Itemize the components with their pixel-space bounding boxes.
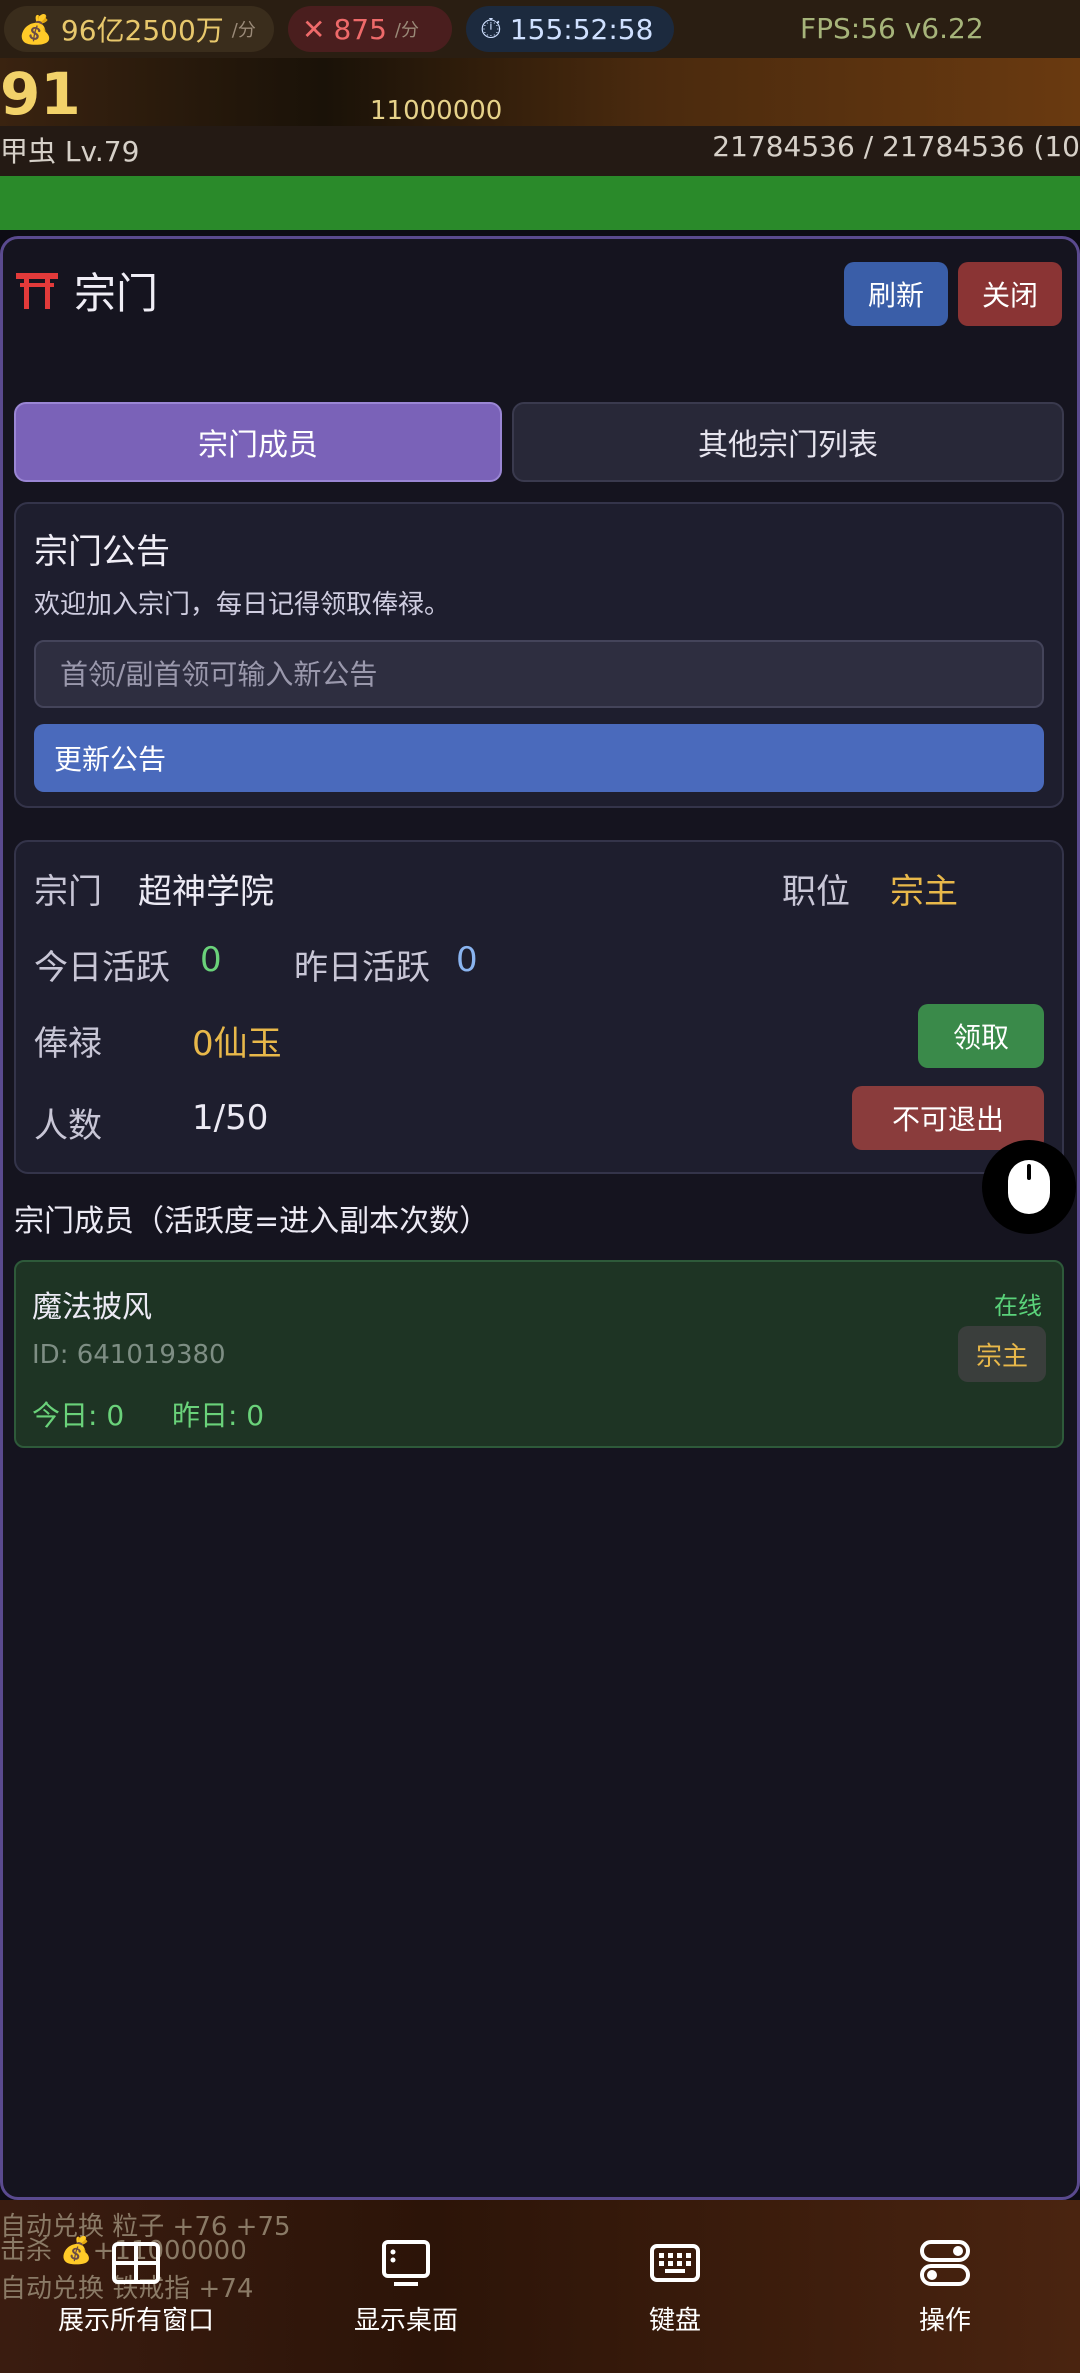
tab-sect-members[interactable]: 宗门成员 bbox=[14, 402, 502, 482]
notice-input[interactable] bbox=[34, 640, 1044, 708]
mouse-icon bbox=[1008, 1160, 1050, 1214]
member-yesterday: 昨日: 0 bbox=[171, 1399, 265, 1432]
position-value: 宗主 bbox=[890, 872, 958, 912]
yesterday-active-value: 0 bbox=[456, 940, 478, 980]
member-status: 在线 bbox=[994, 1292, 1042, 1320]
desktop-icon bbox=[382, 2240, 430, 2286]
tab-other-sects[interactable]: 其他宗门列表 bbox=[512, 402, 1064, 482]
notice-title: 宗门公告 bbox=[34, 532, 170, 572]
enemy-level: 甲虫 Lv.79 bbox=[0, 135, 140, 168]
members-section-title: 宗门成员（活跃度=进入副本次数） bbox=[14, 1204, 490, 1239]
stage-number: 91 bbox=[0, 60, 81, 128]
update-notice-button[interactable]: 更新公告 bbox=[34, 724, 1044, 792]
member-activity: 今日: 0 昨日: 0 bbox=[32, 1394, 264, 1434]
member-today: 今日: 0 bbox=[32, 1399, 125, 1432]
money-bag-icon: 💰 bbox=[18, 12, 53, 46]
claim-salary-button[interactable]: 领取 bbox=[918, 1004, 1044, 1068]
enemy-hp-bar bbox=[0, 176, 1080, 230]
today-active-label: 今日活跃 bbox=[34, 948, 170, 988]
gold-counter: 💰 96亿2500万 /分 bbox=[4, 6, 274, 52]
sect-label: 宗门 bbox=[34, 872, 102, 912]
members-count-label: 人数 bbox=[34, 1106, 102, 1146]
today-active-value: 0 bbox=[200, 940, 222, 980]
show-all-windows-button[interactable]: 展示所有窗口 bbox=[58, 2236, 214, 2337]
refresh-button[interactable]: 刷新 bbox=[844, 262, 948, 326]
position-label: 职位 bbox=[782, 872, 850, 912]
close-button[interactable]: 关闭 bbox=[958, 262, 1062, 326]
cannot-quit-button[interactable]: 不可退出 bbox=[852, 1086, 1044, 1150]
kill-counter: ✕ 875 /分 bbox=[288, 6, 452, 52]
operate-button[interactable]: 操作 bbox=[918, 2236, 972, 2337]
stopwatch-icon: ⏱ bbox=[480, 12, 502, 45]
keyboard-button[interactable]: 键盘 bbox=[648, 2236, 702, 2337]
show-desktop-button[interactable]: 显示桌面 bbox=[354, 2236, 458, 2337]
salary-value: 0仙玉 bbox=[192, 1024, 282, 1064]
sect-name: 超神学院 bbox=[138, 872, 274, 912]
member-role-badge: 宗主 bbox=[958, 1326, 1046, 1382]
member-name: 魔法披风 bbox=[32, 1290, 152, 1325]
yesterday-active-label: 昨日活跃 bbox=[294, 948, 430, 988]
mouse-mode-button[interactable] bbox=[982, 1140, 1076, 1234]
enemy-hp-text: 21784536 / 21784536 (10 bbox=[712, 130, 1080, 163]
members-count-value: 1/50 bbox=[192, 1098, 269, 1138]
notice-text: 欢迎加入宗门，每日记得领取俸禄。 bbox=[34, 590, 451, 620]
coin-drop-amount: 11000000 bbox=[370, 96, 503, 126]
salary-label: 俸禄 bbox=[34, 1024, 102, 1064]
panel-title: 宗门 bbox=[14, 260, 158, 321]
play-timer: ⏱ 155:52:58 bbox=[466, 6, 674, 52]
torii-icon bbox=[16, 272, 58, 309]
member-id: ID: 641019380 bbox=[32, 1340, 226, 1370]
game-scene bbox=[0, 58, 1080, 126]
crossed-swords-icon: ✕ bbox=[302, 12, 326, 46]
windows-grid-icon bbox=[112, 2242, 160, 2284]
fps-readout: FPS:56 v6.22 bbox=[800, 12, 984, 45]
keyboard-icon bbox=[650, 2244, 700, 2282]
toggle-switches-icon bbox=[920, 2240, 970, 2286]
